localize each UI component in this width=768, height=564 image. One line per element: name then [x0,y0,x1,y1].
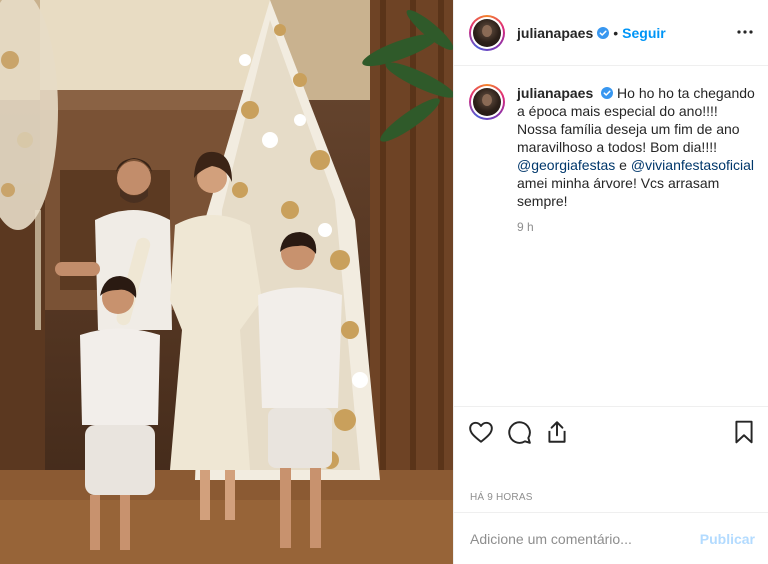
caption-body-end: amei minha árvore! Vcs arrasam sempre! [517,175,720,209]
verified-badge-icon [597,26,610,39]
header-separator: • [613,24,619,41]
heart-icon[interactable] [468,419,494,445]
action-bar [454,406,768,456]
comment-bar: Publicar [454,512,768,564]
caption-username[interactable]: julianapaes [517,85,593,101]
share-icon[interactable] [544,419,570,445]
post-side-panel: julianapaes • Seguir julianapaes Ho ho h… [453,0,768,564]
follow-button[interactable]: Seguir [622,25,666,41]
caption-text: julianapaes Ho ho ho ta chegando a época… [517,84,759,210]
comment-input[interactable] [470,529,680,549]
mention-georgiafestas[interactable]: @georgiafestas [517,157,615,173]
post-header: julianapaes • Seguir [454,0,768,66]
family-christmas-photo [0,0,453,564]
header-username[interactable]: julianapaes [517,25,593,41]
post-date[interactable]: HÁ 9 HORAS [470,492,533,503]
comment-icon[interactable] [506,419,532,445]
publish-button[interactable]: Publicar [700,531,755,547]
more-options-icon[interactable] [735,22,755,42]
caption-connector: e [619,157,627,173]
bookmark-icon[interactable] [731,419,757,445]
caption-avatar[interactable] [469,84,505,120]
mention-vivianfestasoficial[interactable]: @vivianfestasoficial [631,157,754,173]
avatar[interactable] [469,14,505,51]
verified-badge-icon [601,87,614,99]
post-caption: julianapaes Ho ho ho ta chegando a época… [469,84,759,210]
caption-timestamp[interactable]: 9 h [517,220,534,234]
post-photo[interactable] [0,0,453,564]
